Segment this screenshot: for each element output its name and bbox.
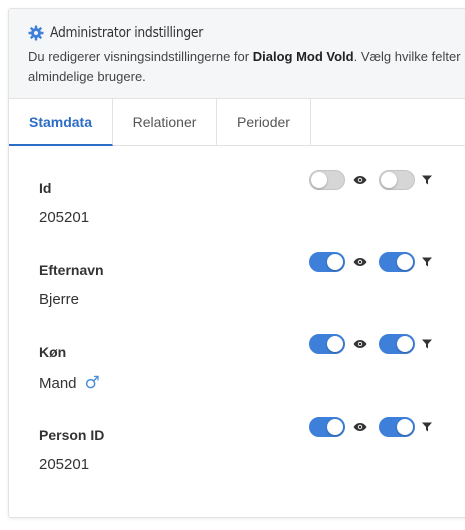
gear-icon: [28, 25, 44, 41]
filter-icon: [422, 339, 432, 349]
male-icon: ♂: [84, 373, 100, 393]
admin-description-line2: almindelige brugere.: [28, 69, 146, 84]
field-controls: [309, 252, 432, 272]
visibility-toggle[interactable]: [309, 334, 345, 354]
field-value-text: 205201: [39, 209, 90, 226]
admin-description: Du redigerer visningsindstillingerne for…: [28, 47, 465, 67]
visibility-toggle[interactable]: [309, 417, 345, 437]
tab-perioder[interactable]: Perioder: [217, 99, 311, 145]
field-koen: Køn Mand ♂: [39, 334, 439, 393]
field-controls: [309, 170, 432, 190]
visibility-toggle[interactable]: [309, 252, 345, 272]
tab-stamdata[interactable]: Stamdata: [9, 99, 113, 146]
admin-title-row: Administrator indstillinger: [28, 21, 465, 45]
field-id: Id 205201: [39, 170, 439, 226]
filter-toggle[interactable]: [379, 252, 415, 272]
field-value: Bjerre: [39, 291, 439, 308]
filter-icon: [422, 422, 432, 432]
tab-bar: Stamdata Relationer Perioder: [9, 99, 465, 146]
field-efternavn: Efternavn Bjerre: [39, 252, 439, 308]
filter-toggle[interactable]: [379, 334, 415, 354]
admin-settings-header: Administrator indstillinger Du redigerer…: [9, 9, 465, 99]
admin-title: Administrator indstillinger: [50, 25, 204, 41]
tab-relationer[interactable]: Relationer: [113, 99, 217, 145]
field-value: 205201: [39, 456, 439, 473]
field-value-text: Mand: [39, 374, 77, 392]
admin-settings-card: Administrator indstillinger Du redigerer…: [8, 8, 465, 518]
filter-toggle[interactable]: [379, 170, 415, 190]
visibility-toggle[interactable]: [309, 170, 345, 190]
eye-icon: [353, 176, 367, 184]
field-value: Mand ♂: [39, 373, 439, 393]
field-controls: [309, 417, 432, 437]
filter-icon: [422, 175, 432, 185]
field-controls: [309, 334, 432, 354]
field-person-id: Person ID 205201: [39, 417, 439, 473]
filter-icon: [422, 257, 432, 267]
admin-desc-bold: Dialog Mod Vold: [252, 49, 354, 64]
admin-desc-prefix: Du redigerer visningsindstillingerne for: [28, 49, 253, 64]
field-value: 205201: [39, 209, 439, 226]
field-value-text: 205201: [39, 456, 90, 473]
filter-toggle[interactable]: [379, 417, 415, 437]
eye-icon: [353, 258, 367, 266]
admin-desc-suffix: . Vælg hvilke felter: [353, 49, 461, 64]
eye-icon: [353, 423, 367, 431]
eye-icon: [353, 340, 367, 348]
field-value-text: Bjerre: [39, 291, 80, 308]
